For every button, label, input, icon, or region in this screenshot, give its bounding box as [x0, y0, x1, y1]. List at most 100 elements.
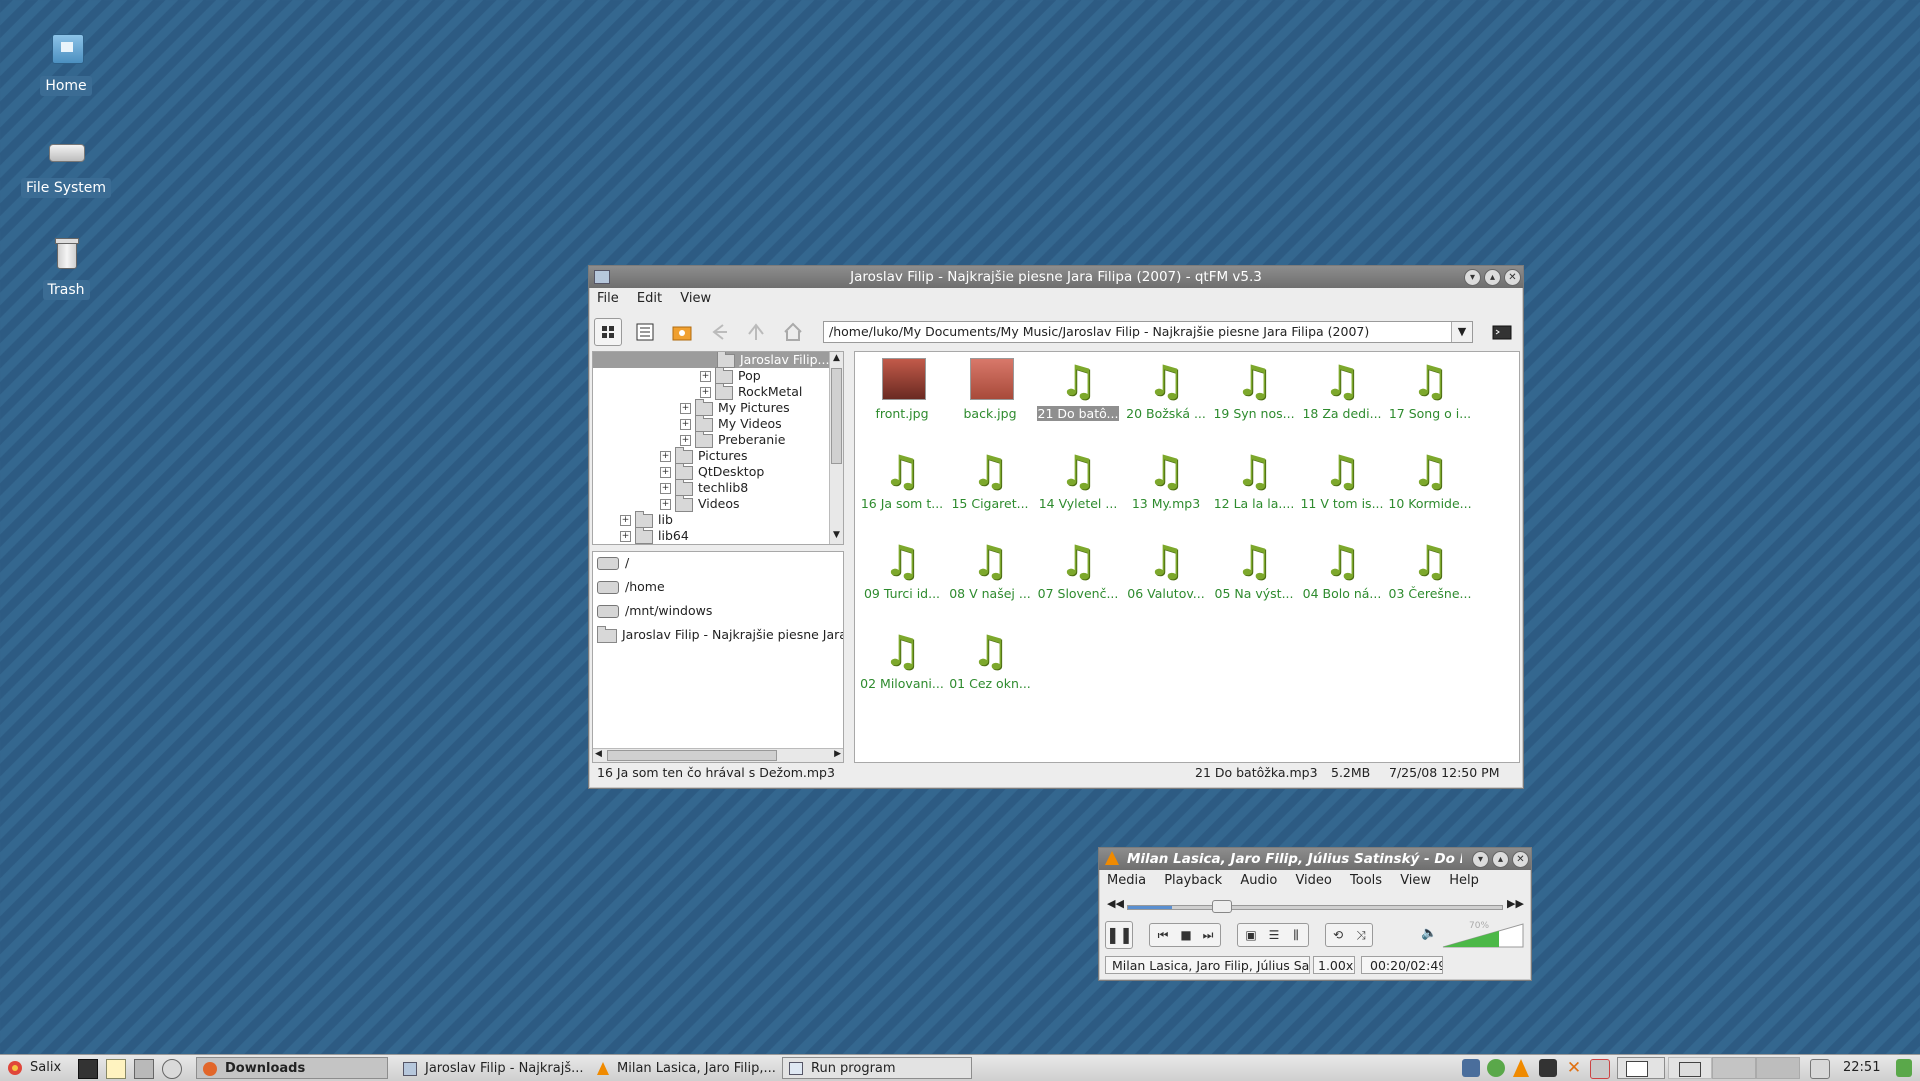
file-item[interactable]: ♫ 15 Cigaret...: [947, 446, 1033, 511]
equalizer-icon[interactable]: ⫼: [1286, 924, 1306, 946]
file-item[interactable]: ♫ 14 Vyletel ...: [1035, 446, 1121, 511]
menu-audio[interactable]: Audio: [1240, 873, 1277, 888]
expand-icon[interactable]: +: [680, 403, 691, 414]
tree-item[interactable]: + Pictures: [660, 446, 748, 464]
menu-help[interactable]: Help: [1449, 873, 1479, 888]
bookmarks-horizontal-scrollbar[interactable]: ◀ ▶: [593, 748, 843, 762]
task-vlc[interactable]: Milan Lasica, Jaro Filip,...: [590, 1057, 780, 1079]
fast-forward-icon[interactable]: ▶▶: [1507, 897, 1524, 910]
battery-tray-icon[interactable]: [1590, 1059, 1610, 1079]
vlc-time[interactable]: 00:20/02:49: [1361, 956, 1443, 974]
tree-item[interactable]: + Preberanie: [680, 430, 785, 448]
file-item[interactable]: ♫ 07 Slovenč...: [1035, 536, 1121, 601]
vlc-titlebar[interactable]: Milan Lasica, Jaro Filip, Július Satinsk…: [1099, 848, 1531, 870]
settings-launcher-icon[interactable]: [134, 1059, 154, 1079]
list-view-button[interactable]: [631, 318, 659, 346]
tree-item[interactable]: + lib: [620, 510, 673, 528]
close-button[interactable]: ✕: [1504, 269, 1521, 286]
show-desktop-icon[interactable]: [1810, 1059, 1830, 1079]
scroll-left-icon[interactable]: ◀: [595, 749, 602, 759]
maximize-button[interactable]: ▴: [1484, 269, 1501, 286]
menu-media[interactable]: Media: [1107, 873, 1146, 888]
stop-icon[interactable]: ■: [1176, 924, 1196, 946]
expand-icon[interactable]: +: [620, 515, 631, 526]
menu-file[interactable]: File: [597, 291, 619, 306]
bookmarks-panel[interactable]: / /home /mnt/windows Jaroslav Filip - Na…: [592, 551, 844, 763]
tree-item[interactable]: + Videos: [660, 494, 740, 512]
scroll-up-icon[interactable]: ▲: [831, 353, 842, 365]
expand-icon[interactable]: +: [660, 483, 671, 494]
terminal-button[interactable]: [1488, 318, 1516, 346]
file-item[interactable]: ♫ 13 My.mp3: [1123, 446, 1209, 511]
file-item[interactable]: ♫ 18 Za dedi...: [1299, 356, 1385, 421]
network-tray-icon[interactable]: [1539, 1059, 1557, 1077]
path-input[interactable]: /home/luko/My Documents/My Music/Jarosla…: [823, 321, 1473, 343]
scroll-right-icon[interactable]: ▶: [834, 749, 841, 759]
scroll-down-icon[interactable]: ▼: [831, 530, 842, 542]
chevron-down-icon[interactable]: ▼: [1451, 322, 1472, 342]
folder-view-button[interactable]: [668, 318, 696, 346]
file-item[interactable]: ♫ 19 Syn nos...: [1211, 356, 1297, 421]
file-item[interactable]: ♫ 02 Milovani...: [859, 626, 945, 691]
browser-launcher-icon[interactable]: [162, 1059, 182, 1079]
playlist-icon[interactable]: ☰: [1264, 924, 1284, 946]
desktop-pager-1[interactable]: [1617, 1057, 1665, 1079]
file-item[interactable]: ♫ 04 Bolo ná...: [1299, 536, 1385, 601]
file-item[interactable]: ♫ 17 Song o i...: [1387, 356, 1473, 421]
file-item[interactable]: ♫ 16 Ja som t...: [859, 446, 945, 511]
qtfm-titlebar[interactable]: Jaroslav Filip - Najkrajšie piesne Jara …: [589, 266, 1523, 288]
file-item[interactable]: back.jpg: [947, 356, 1033, 421]
tree-item[interactable]: + techlib8: [660, 478, 748, 496]
bookmark-item[interactable]: /: [597, 552, 629, 574]
home-button[interactable]: [779, 318, 807, 346]
file-item[interactable]: ♫ 06 Valutov...: [1123, 536, 1209, 601]
clock[interactable]: 22:51: [1843, 1060, 1880, 1075]
desktop-pager-3[interactable]: [1712, 1057, 1756, 1079]
vlc-tray-icon[interactable]: [1513, 1059, 1529, 1077]
loop-icon[interactable]: ⟲: [1328, 924, 1348, 946]
menu-video[interactable]: Video: [1295, 873, 1331, 888]
seek-bar[interactable]: [1127, 900, 1503, 913]
desktop-pager-2[interactable]: [1668, 1057, 1712, 1079]
folder-tree[interactable]: Jaroslav Filip... + Pop + RockMetal + My Pi…: [592, 351, 844, 545]
tree-item[interactable]: + RockMetal: [700, 382, 802, 400]
expand-icon[interactable]: +: [660, 499, 671, 510]
task-qtfm[interactable]: Jaroslav Filip - Najkrajš...: [396, 1057, 586, 1079]
task-run-program[interactable]: Run program: [782, 1057, 972, 1079]
menu-view[interactable]: View: [1400, 873, 1431, 888]
up-button[interactable]: [742, 318, 770, 346]
expand-icon[interactable]: +: [660, 451, 671, 462]
expand-icon[interactable]: +: [700, 387, 711, 398]
file-item[interactable]: ♫ 20 Božská ...: [1123, 356, 1209, 421]
scrollbar-thumb[interactable]: [831, 368, 842, 464]
pause-button[interactable]: ❚❚: [1105, 921, 1133, 949]
close-button[interactable]: ✕: [1512, 851, 1529, 868]
next-icon[interactable]: ⏭: [1198, 924, 1218, 946]
text-editor-launcher-icon[interactable]: [106, 1059, 126, 1079]
bookmark-item[interactable]: /home: [597, 576, 665, 598]
desktop-pager-4[interactable]: [1756, 1057, 1800, 1079]
file-item[interactable]: ♫ 12 La la la....: [1211, 446, 1297, 511]
file-item[interactable]: ♫ 01 Cez okn...: [947, 626, 1033, 691]
desktop-icon-home[interactable]: Home: [11, 28, 121, 96]
salix-menu-button[interactable]: [6, 1059, 24, 1077]
logout-icon[interactable]: [1896, 1059, 1912, 1077]
expand-icon[interactable]: +: [620, 531, 631, 542]
menu-tools[interactable]: Tools: [1350, 873, 1382, 888]
tree-vertical-scrollbar[interactable]: ▲ ▼: [829, 352, 843, 544]
vlc-speed[interactable]: 1.00x: [1313, 956, 1355, 974]
tree-item[interactable]: + Pop: [700, 366, 761, 384]
expand-icon[interactable]: +: [680, 435, 691, 446]
fullscreen-icon[interactable]: ▣: [1241, 924, 1261, 946]
tree-item[interactable]: Jaroslav Filip...: [717, 352, 829, 368]
bookmark-item[interactable]: /mnt/windows: [597, 600, 712, 622]
icon-view-button[interactable]: [594, 318, 622, 346]
file-item[interactable]: ♫ 05 Na výst...: [1211, 536, 1297, 601]
menu-edit[interactable]: Edit: [637, 291, 662, 306]
seek-handle[interactable]: [1212, 900, 1232, 913]
bookmark-item[interactable]: Jaroslav Filip - Najkrajšie piesne Jara …: [597, 624, 843, 646]
back-button[interactable]: [705, 318, 733, 346]
expand-icon[interactable]: +: [700, 371, 711, 382]
file-item[interactable]: ♫ 09 Turci id...: [859, 536, 945, 601]
terminal-launcher-icon[interactable]: [78, 1059, 98, 1079]
